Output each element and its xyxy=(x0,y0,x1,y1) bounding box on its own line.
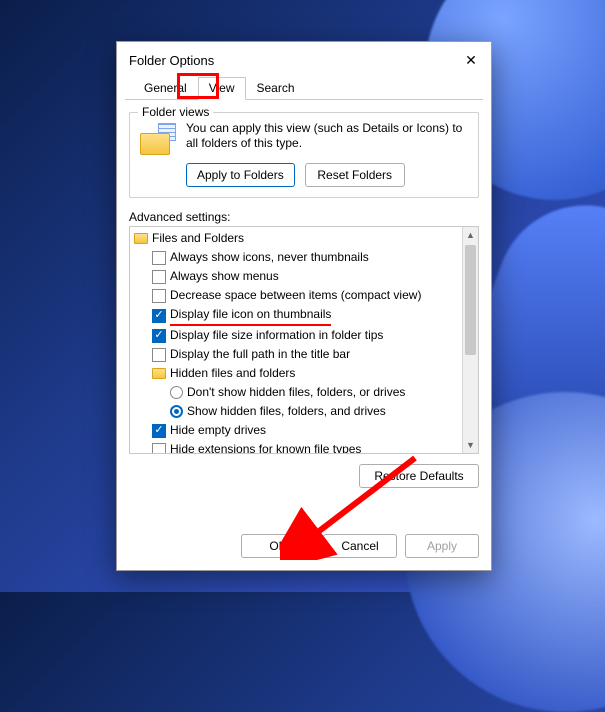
tab-content-view: Folder views You can apply this view (su… xyxy=(117,100,491,524)
radio-dont-show-hidden[interactable]: Don't show hidden files, folders, or dri… xyxy=(134,383,460,402)
group-label: Hidden files and folders xyxy=(170,364,295,383)
option-label: Always show menus xyxy=(170,267,279,286)
tab-general[interactable]: General xyxy=(133,77,198,100)
radio-icon xyxy=(170,405,183,418)
option-label: Decrease space between items (compact vi… xyxy=(170,286,421,305)
apply-to-folders-button[interactable]: Apply to Folders xyxy=(186,163,295,187)
folder-icon xyxy=(152,368,166,379)
scroll-track[interactable] xyxy=(463,243,478,437)
tree-scrollbar[interactable]: ▲ ▼ xyxy=(462,227,478,453)
option-label: Hide extensions for known file types xyxy=(170,440,361,453)
folder-options-dialog: Folder Options ✕ General View Search Fol… xyxy=(116,41,492,571)
option-always-show-menus[interactable]: Always show menus xyxy=(134,267,460,286)
tab-view[interactable]: View xyxy=(198,77,246,100)
folder-views-group: Folder views You can apply this view (su… xyxy=(129,112,479,198)
checkbox-icon xyxy=(152,270,166,284)
option-hide-empty-drives[interactable]: ✓ Hide empty drives xyxy=(134,421,460,440)
group-hidden-files: Hidden files and folders xyxy=(134,364,460,383)
option-label: Always show icons, never thumbnails xyxy=(170,248,369,267)
ok-button[interactable]: OK xyxy=(241,534,315,558)
tabstrip: General View Search xyxy=(125,76,483,100)
apply-button[interactable]: Apply xyxy=(405,534,479,558)
option-decrease-space[interactable]: Decrease space between items (compact vi… xyxy=(134,286,460,305)
checkbox-icon xyxy=(152,289,166,303)
scroll-thumb[interactable] xyxy=(465,245,476,355)
folder-views-title: Folder views xyxy=(138,105,213,119)
close-button[interactable]: ✕ xyxy=(461,50,481,70)
checkbox-icon: ✓ xyxy=(152,329,166,343)
option-label: Display file size information in folder … xyxy=(170,326,383,345)
tree-viewport[interactable]: Files and Folders Always show icons, nev… xyxy=(130,227,462,453)
tab-search[interactable]: Search xyxy=(246,77,306,100)
cancel-button[interactable]: Cancel xyxy=(323,534,397,558)
advanced-settings-label: Advanced settings: xyxy=(129,210,479,224)
option-always-show-icons[interactable]: Always show icons, never thumbnails xyxy=(134,248,460,267)
dialog-footer: OK Cancel Apply xyxy=(117,524,491,570)
option-label: Don't show hidden files, folders, or dri… xyxy=(187,383,405,402)
radio-show-hidden[interactable]: Show hidden files, folders, and drives xyxy=(134,402,460,421)
checkbox-icon xyxy=(152,348,166,362)
advanced-settings-tree: Files and Folders Always show icons, nev… xyxy=(129,226,479,454)
folder-icon xyxy=(134,233,148,244)
tree-root-files-and-folders: Files and Folders xyxy=(134,229,460,248)
checkbox-icon xyxy=(152,251,166,265)
reset-folders-button[interactable]: Reset Folders xyxy=(305,163,405,187)
checkbox-icon xyxy=(152,443,166,454)
option-display-file-size[interactable]: ✓ Display file size information in folde… xyxy=(134,326,460,345)
option-hide-extensions[interactable]: Hide extensions for known file types xyxy=(134,440,460,453)
titlebar: Folder Options ✕ xyxy=(117,42,491,76)
dialog-title: Folder Options xyxy=(129,53,214,68)
option-label: Display the full path in the title bar xyxy=(170,345,350,364)
scroll-down-icon[interactable]: ▼ xyxy=(463,437,478,453)
tree-root-label: Files and Folders xyxy=(152,229,244,248)
option-label: Display file icon on thumbnails xyxy=(170,305,331,326)
folder-view-icon xyxy=(140,123,176,155)
restore-defaults-button[interactable]: Restore Defaults xyxy=(359,464,479,488)
option-display-full-path[interactable]: Display the full path in the title bar xyxy=(134,345,460,364)
option-label: Show hidden files, folders, and drives xyxy=(187,402,386,421)
checkbox-icon: ✓ xyxy=(152,309,166,323)
close-icon: ✕ xyxy=(465,52,477,69)
checkbox-icon: ✓ xyxy=(152,424,166,438)
radio-icon xyxy=(170,386,183,399)
scroll-up-icon[interactable]: ▲ xyxy=(463,227,478,243)
folder-views-description: You can apply this view (such as Details… xyxy=(186,121,468,155)
option-label: Hide empty drives xyxy=(170,421,266,440)
option-display-file-icon[interactable]: ✓ Display file icon on thumbnails xyxy=(134,305,460,326)
